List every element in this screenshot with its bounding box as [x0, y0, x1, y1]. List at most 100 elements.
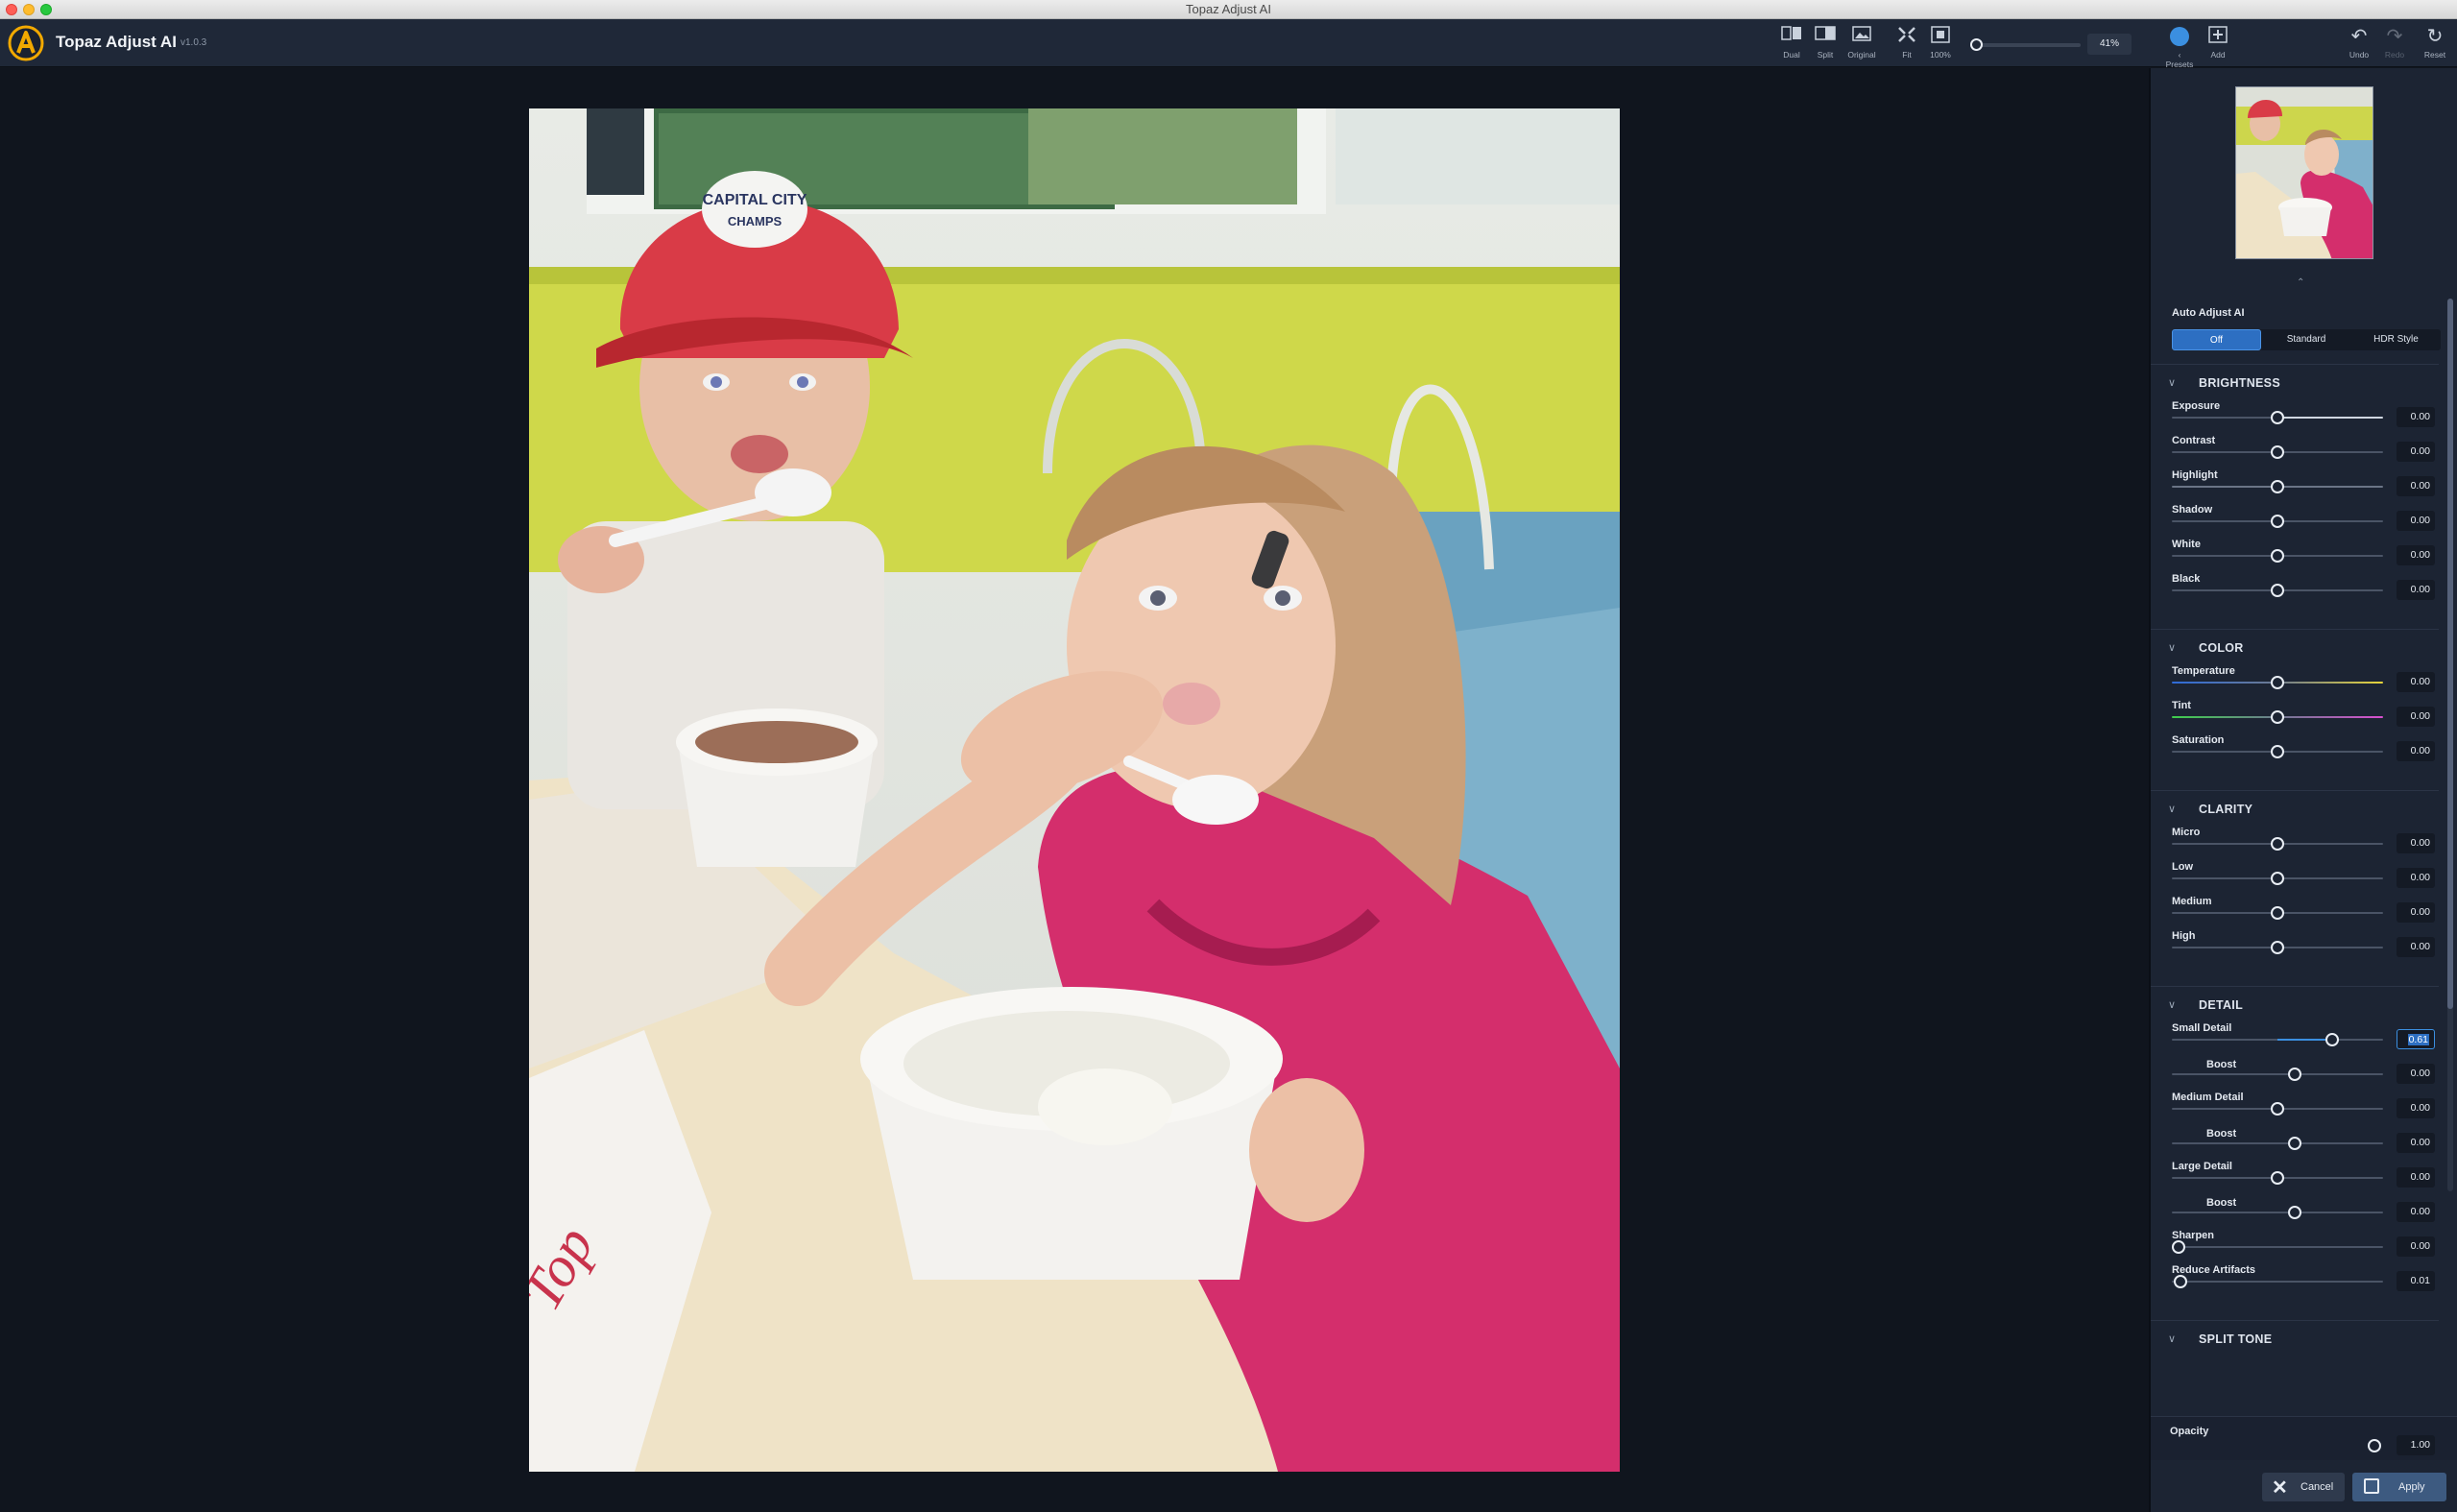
undo-button[interactable]: ↶ Undo: [2343, 25, 2375, 63]
slider-value-field[interactable]: 0.00: [2397, 545, 2435, 565]
slider-knob[interactable]: [2271, 872, 2284, 885]
slider-knob[interactable]: [2271, 710, 2284, 724]
slider-knob[interactable]: [2271, 941, 2284, 954]
slider-knob[interactable]: [2287, 1206, 2301, 1219]
slider-knob[interactable]: [2271, 584, 2284, 597]
add-preset-button[interactable]: Add: [2202, 25, 2234, 63]
slider-value-field[interactable]: 0.00: [2397, 442, 2435, 462]
apply-button[interactable]: Apply: [2352, 1473, 2446, 1501]
opacity-value[interactable]: 1.00: [2397, 1435, 2435, 1455]
slider-value-field[interactable]: 0.00: [2397, 476, 2435, 496]
slider-knob[interactable]: [2173, 1275, 2187, 1288]
slider-value-field[interactable]: 0.00: [2397, 741, 2435, 761]
slider-track[interactable]: [2172, 1275, 2383, 1288]
collapse-navigator-icon[interactable]: ⌃: [2297, 277, 2304, 288]
slider-track[interactable]: [2172, 1171, 2383, 1185]
slider-value-field[interactable]: 0.00: [2397, 511, 2435, 531]
slider-knob[interactable]: [2271, 480, 2284, 493]
zoom-value[interactable]: 41%: [2087, 34, 2132, 55]
auto-adjust-hdr-style[interactable]: HDR Style: [2351, 329, 2441, 350]
slider-knob[interactable]: [2271, 745, 2284, 758]
slider-value-field[interactable]: 0.00: [2397, 1167, 2435, 1188]
slider-track[interactable]: [2172, 1206, 2383, 1219]
slider-track[interactable]: [2172, 745, 2383, 758]
slider-track[interactable]: [2172, 710, 2383, 724]
slider-track[interactable]: [2172, 584, 2383, 597]
slider-track[interactable]: [2172, 411, 2383, 424]
zoom-slider[interactable]: [1970, 38, 2081, 51]
slider-knob[interactable]: [2271, 837, 2284, 851]
presets-button[interactable]: ‹ Presets: [2163, 25, 2196, 69]
slider-knob[interactable]: [2271, 676, 2284, 689]
slider-value-field[interactable]: 0.61: [2397, 1029, 2435, 1049]
slider-track[interactable]: [2172, 480, 2383, 493]
reset-button[interactable]: ↻ Reset: [2419, 25, 2451, 63]
slider-knob[interactable]: [2171, 1240, 2185, 1254]
slider-knob[interactable]: [2287, 1068, 2301, 1081]
slider-track[interactable]: [2172, 872, 2383, 885]
slider-value-field[interactable]: 0.00: [2397, 407, 2435, 427]
cancel-button[interactable]: ✕ Cancel: [2262, 1473, 2345, 1501]
slider-value-field[interactable]: 0.00: [2397, 1202, 2435, 1222]
section-header-color[interactable]: ∨ COLOR: [2151, 629, 2439, 665]
slider-knob[interactable]: [2271, 1171, 2284, 1185]
slider-knob[interactable]: [2271, 445, 2284, 459]
slider-label: Shadow: [2172, 504, 2213, 516]
zoom-100-button[interactable]: 100%: [1924, 25, 1957, 63]
slider-track[interactable]: [2172, 549, 2383, 563]
dual-view-button[interactable]: Dual: [1775, 25, 1808, 63]
slider-value-field[interactable]: 0.00: [2397, 1098, 2435, 1118]
slider-value-field[interactable]: 0.00: [2397, 833, 2435, 853]
navigator-thumbnail[interactable]: [2235, 86, 2373, 259]
slider-track[interactable]: [2172, 515, 2383, 528]
slider-row-contrast: Contrast 0.00: [2151, 433, 2439, 468]
slider-value-field[interactable]: 0.00: [2397, 580, 2435, 600]
slider-value-field[interactable]: 0.00: [2397, 868, 2435, 888]
slider-track[interactable]: [2172, 837, 2383, 851]
slider-knob[interactable]: [2271, 1102, 2284, 1116]
slider-value-field[interactable]: 0.00: [2397, 937, 2435, 957]
slider-value-field[interactable]: 0.00: [2397, 1064, 2435, 1084]
panel-scrollbar[interactable]: [2447, 299, 2453, 1191]
slider-value-field[interactable]: 0.00: [2397, 1236, 2435, 1257]
image-canvas[interactable]: Top CAPITAL CITY CHAMPS: [0, 68, 2149, 1512]
redo-button[interactable]: ↷ Redo: [2378, 25, 2411, 63]
slider-knob[interactable]: [2287, 1137, 2301, 1150]
slider-track[interactable]: [2172, 676, 2383, 689]
slider-track[interactable]: [2172, 445, 2383, 459]
slider-value-field[interactable]: 0.00: [2397, 707, 2435, 727]
opacity-slider-knob[interactable]: [2368, 1439, 2381, 1452]
slider-track[interactable]: [2172, 906, 2383, 920]
panel-scrollbar-thumb[interactable]: [2447, 299, 2453, 1009]
section-header-clarity[interactable]: ∨ CLARITY: [2151, 790, 2439, 827]
section-header-brightness[interactable]: ∨ BRIGHTNESS: [2151, 364, 2439, 400]
slider-knob[interactable]: [2325, 1033, 2340, 1046]
split-view-button[interactable]: Split: [1809, 25, 1842, 63]
auto-adjust-standard[interactable]: Standard: [2261, 329, 2351, 350]
slider-row-tint: Tint 0.00: [2151, 698, 2439, 732]
slider-knob[interactable]: [2271, 906, 2284, 920]
slider-knob[interactable]: [2271, 515, 2284, 528]
chevron-down-icon: ∨: [2168, 999, 2177, 1011]
zoom-slider-knob[interactable]: [1970, 38, 1983, 51]
photo-preview[interactable]: Top CAPITAL CITY CHAMPS: [529, 108, 1620, 1472]
slider-value-field[interactable]: 0.00: [2397, 1133, 2435, 1153]
slider-track[interactable]: [2171, 1240, 2383, 1254]
slider-track[interactable]: [2172, 1068, 2383, 1081]
slider-knob[interactable]: [2271, 411, 2284, 424]
slider-track[interactable]: [2172, 1102, 2383, 1116]
auto-adjust-off[interactable]: Off: [2172, 329, 2261, 350]
slider-value-field[interactable]: 0.00: [2397, 902, 2435, 923]
slider-track[interactable]: [2172, 1137, 2383, 1150]
original-view-button[interactable]: Original: [1845, 25, 1878, 63]
slider-value-field[interactable]: 0.01: [2397, 1271, 2435, 1291]
slider-knob[interactable]: [2271, 549, 2284, 563]
slider-track[interactable]: [2172, 1033, 2383, 1046]
slider-value-field[interactable]: 0.00: [2397, 672, 2435, 692]
fit-button[interactable]: Fit: [1891, 25, 1923, 63]
slider-track[interactable]: [2172, 941, 2383, 954]
section-header-split-tone[interactable]: ∨ SPLIT TONE: [2151, 1320, 2439, 1356]
slider-row-black: Black 0.00: [2151, 571, 2439, 606]
slider-label: Boost: [2206, 1059, 2237, 1070]
section-header-detail[interactable]: ∨ DETAIL: [2151, 986, 2439, 1022]
